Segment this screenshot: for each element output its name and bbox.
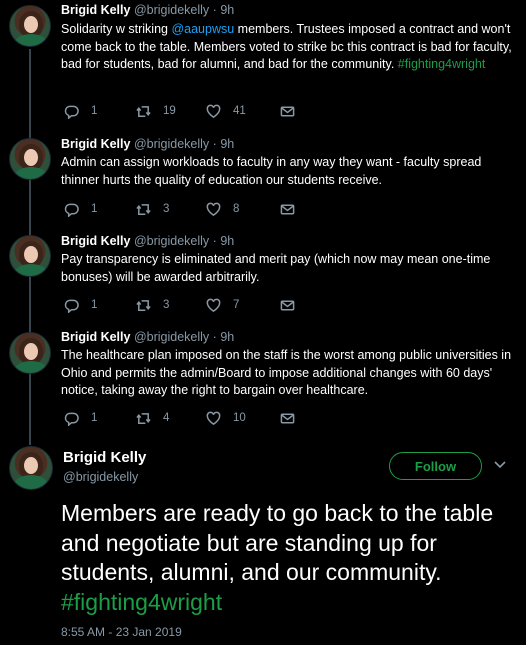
like-count: 10 (233, 412, 246, 424)
reply-count: 1 (91, 299, 98, 311)
main-tweet-text-part: Members are ready to go back to the tabl… (61, 500, 494, 585)
message-icon (280, 204, 295, 214)
retweet-count: 3 (163, 299, 170, 311)
like-icon (206, 411, 221, 425)
hashtag-link[interactable]: #fighting4wright (61, 589, 222, 615)
retweet-count: 19 (163, 105, 176, 117)
like-button[interactable]: 41 (206, 102, 246, 120)
thread-tweet[interactable]: Brigid Kelly @brigidekelly · 9h Pay tran… (0, 228, 526, 324)
retweet-button[interactable]: 4 (136, 409, 169, 427)
tweet-actions: 1 19 41 (61, 102, 361, 120)
like-icon (206, 202, 221, 216)
author-name[interactable]: Brigid Kelly (61, 330, 130, 344)
retweet-icon (136, 105, 151, 117)
tweet-time[interactable]: 9h (220, 3, 234, 17)
tweet-header: Brigid Kelly @brigidekelly · 9h (61, 3, 234, 17)
reply-icon (64, 299, 79, 313)
tweet-header: Brigid Kelly @brigidekelly · 9h (61, 137, 234, 151)
like-icon (206, 298, 221, 312)
tweet-actions: 1 3 7 (61, 296, 361, 314)
tweet-text: Pay transparency is eliminated and merit… (61, 252, 491, 284)
like-icon (206, 104, 221, 118)
tweet-text: The healthcare plan imposed on the staff… (61, 348, 512, 397)
like-button[interactable]: 7 (206, 296, 239, 314)
separator: · (212, 137, 217, 151)
message-icon (280, 300, 295, 310)
reply-count: 1 (91, 203, 98, 215)
retweet-icon (136, 203, 151, 215)
message-icon (280, 106, 295, 116)
separator: · (212, 234, 217, 248)
tweet-text: Admin can assign workloads to faculty in… (61, 155, 482, 187)
retweet-button[interactable]: 19 (136, 102, 176, 120)
main-author-name[interactable]: Brigid Kelly (63, 449, 146, 466)
hashtag-link[interactable]: #fighting4wright (398, 57, 486, 71)
reply-button[interactable]: 1 (64, 409, 97, 427)
reply-icon (64, 203, 79, 217)
author-name[interactable]: Brigid Kelly (61, 3, 130, 17)
tweet-header: Brigid Kelly @brigidekelly · 9h (61, 330, 234, 344)
retweet-button[interactable]: 3 (136, 296, 169, 314)
separator: · (212, 3, 217, 17)
message-button[interactable] (280, 296, 295, 314)
retweet-icon (136, 412, 151, 424)
like-button[interactable]: 10 (206, 409, 246, 427)
tweet-time[interactable]: 9h (220, 137, 234, 151)
message-icon (280, 413, 295, 423)
tweet-text-part: Solidarity w striking (61, 22, 172, 36)
retweet-count: 3 (163, 203, 170, 215)
separator: · (212, 330, 217, 344)
reply-icon (64, 105, 79, 119)
reply-count: 1 (91, 105, 98, 117)
author-handle[interactable]: @brigidekelly (134, 137, 209, 151)
like-count: 8 (233, 203, 240, 215)
thread-tweet[interactable]: Brigid Kelly @brigidekelly · 9h Solidari… (0, 0, 526, 130)
tweet-time[interactable]: 9h (220, 330, 234, 344)
author-name[interactable]: Brigid Kelly (61, 234, 130, 248)
avatar[interactable] (9, 332, 51, 374)
reply-button[interactable]: 1 (64, 200, 97, 218)
message-button[interactable] (280, 200, 295, 218)
tweet-actions: 1 4 10 (61, 409, 361, 427)
author-handle[interactable]: @brigidekelly (134, 234, 209, 248)
reply-button[interactable]: 1 (64, 296, 97, 314)
tweet-text: Solidarity w striking @aaupwsu members. … (61, 21, 516, 74)
reply-button[interactable]: 1 (64, 102, 97, 120)
retweet-icon (136, 299, 151, 311)
message-button[interactable] (280, 409, 295, 427)
chevron-down-icon[interactable] (493, 460, 507, 470)
retweet-button[interactable]: 3 (136, 200, 169, 218)
author-name[interactable]: Brigid Kelly (61, 137, 130, 151)
reply-count: 1 (91, 412, 98, 424)
tweet-time[interactable]: 9h (220, 234, 234, 248)
message-button[interactable] (280, 102, 295, 120)
reply-icon (64, 412, 79, 426)
author-handle[interactable]: @brigidekelly (134, 3, 209, 17)
avatar[interactable] (9, 235, 51, 277)
main-tweet-timestamp[interactable]: 8:55 AM - 23 Jan 2019 (61, 625, 182, 639)
tweet-header: Brigid Kelly @brigidekelly · 9h (61, 234, 234, 248)
avatar[interactable] (9, 5, 51, 47)
like-button[interactable]: 8 (206, 200, 239, 218)
retweet-count: 4 (163, 412, 170, 424)
follow-button[interactable]: Follow (389, 452, 482, 480)
thread-tweet[interactable]: Brigid Kelly @brigidekelly · 9h Admin ca… (0, 130, 526, 228)
tweet-actions: 1 3 8 (61, 200, 361, 218)
main-avatar[interactable] (9, 446, 53, 490)
like-count: 41 (233, 105, 246, 117)
author-handle[interactable]: @brigidekelly (134, 330, 209, 344)
mention-link[interactable]: @aaupwsu (171, 22, 234, 36)
thread-tweet[interactable]: Brigid Kelly @brigidekelly · 9h The heal… (0, 324, 526, 440)
main-author-handle[interactable]: @brigidekelly (63, 470, 138, 484)
main-tweet-text: Members are ready to go back to the tabl… (61, 499, 511, 617)
like-count: 7 (233, 299, 240, 311)
avatar[interactable] (9, 138, 51, 180)
